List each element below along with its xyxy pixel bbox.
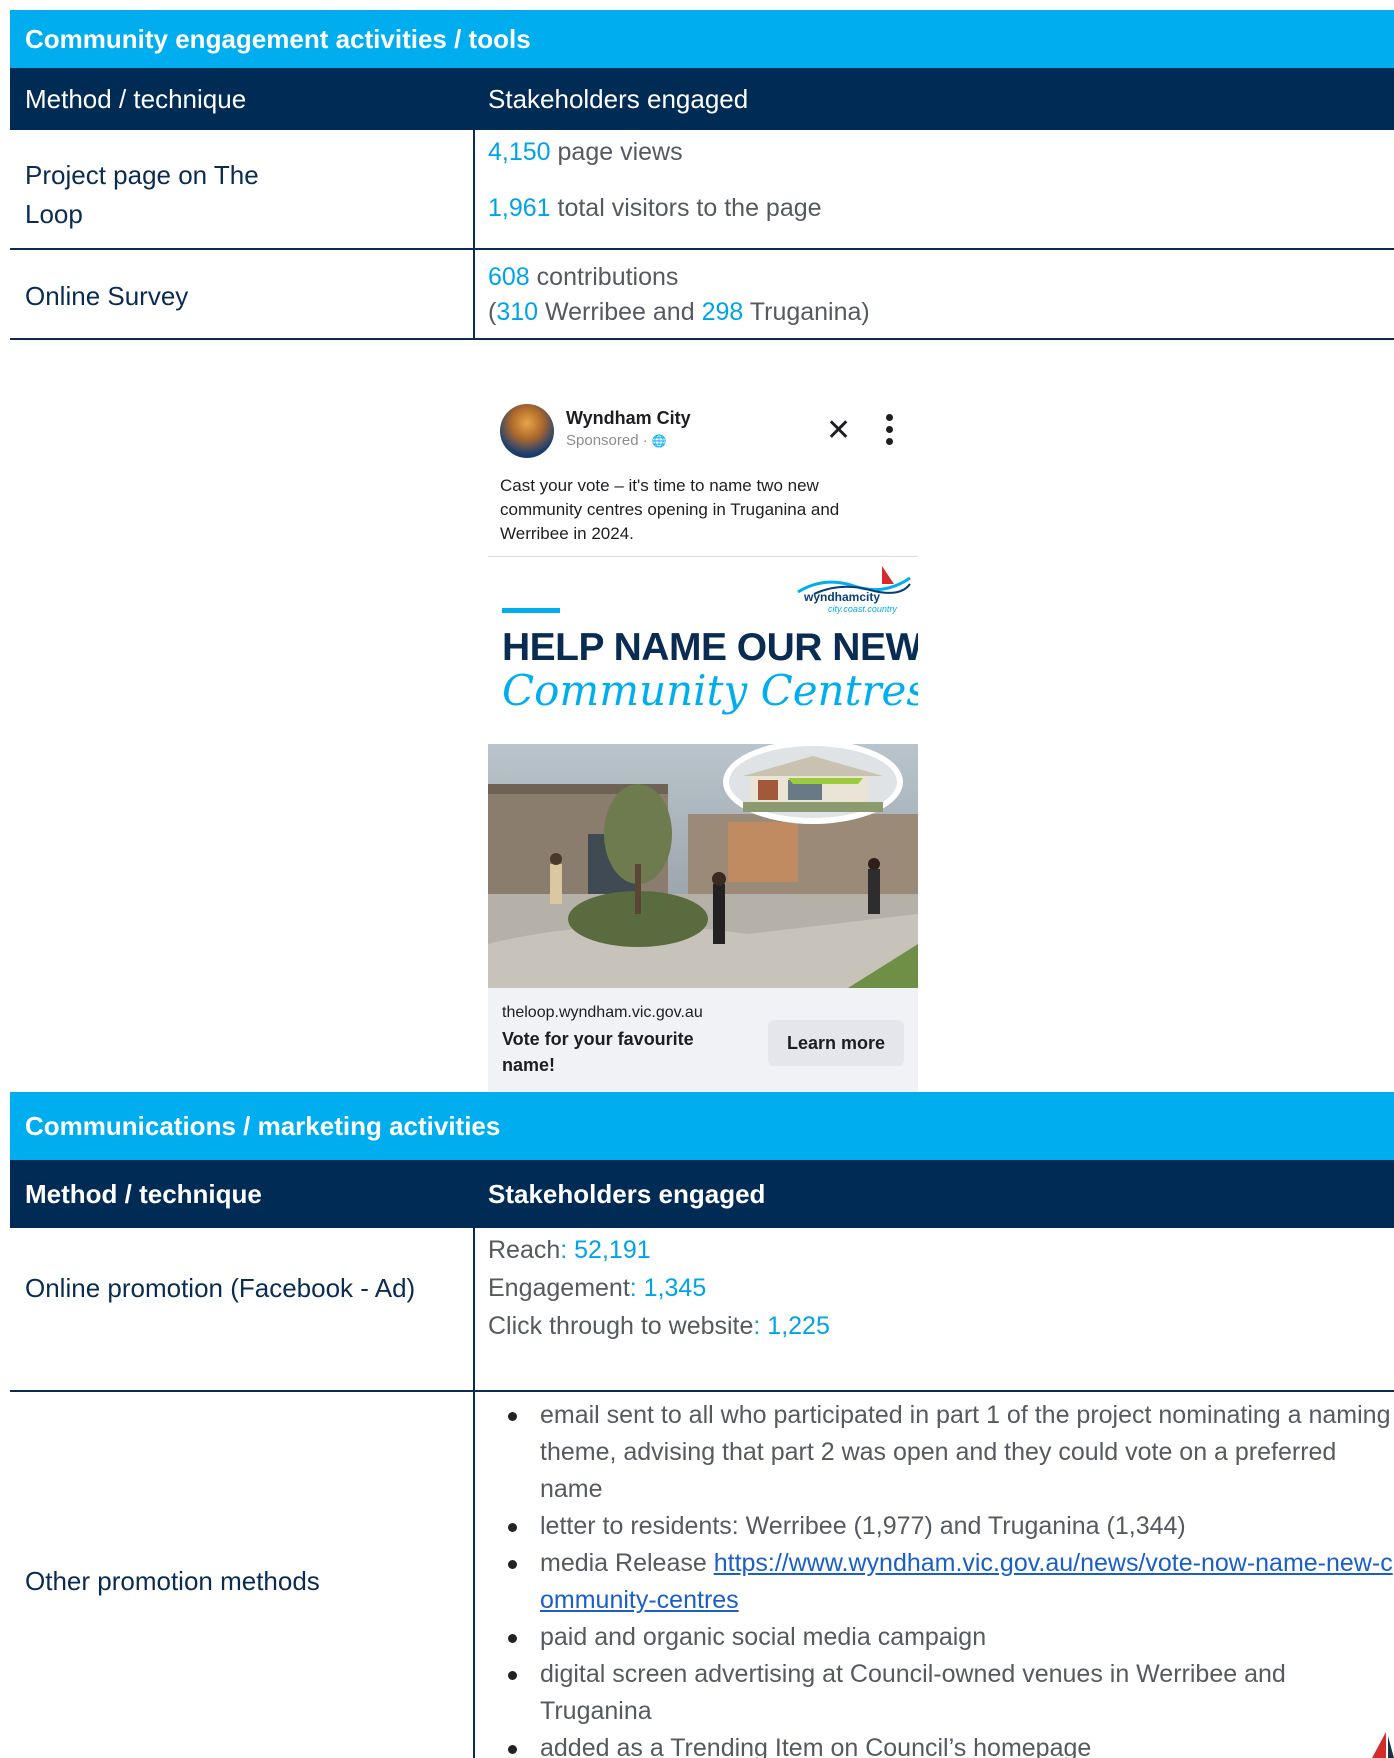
- globe-icon: 🌐: [651, 434, 667, 448]
- header-stakeholders: Stakeholders engaged: [488, 83, 749, 114]
- engagement-section-title-text: Community engagement activities / tools: [25, 23, 531, 54]
- sponsored-text: Sponsored ·: [566, 432, 652, 449]
- poster-accent-bar: [502, 608, 560, 613]
- method-line-1: Project page on The: [25, 160, 259, 190]
- media-release-label: media Release: [540, 1549, 714, 1577]
- werribee-number: 310: [496, 298, 539, 326]
- contributions-stat: 608 contributions: [488, 258, 678, 297]
- ad-sponsored-label: Sponsored · 🌐: [566, 432, 667, 449]
- page-avatar: [500, 404, 554, 458]
- facebook-ad-preview: Wyndham City Sponsored · 🌐 ✕ Cast your v…: [488, 386, 918, 1092]
- contributions-number: 608: [488, 263, 530, 291]
- poster-headline: HELP NAME OUR NEW: [502, 626, 918, 669]
- community-centre-render-image: [488, 744, 918, 988]
- more-options-icon[interactable]: [886, 414, 894, 448]
- method-cell: Other promotion methods: [25, 1566, 320, 1596]
- method-cell: Online promotion (Facebook - Ad): [25, 1273, 416, 1303]
- clicks-stat: Click through to website: 1,225: [488, 1307, 830, 1346]
- ad-footer[interactable]: theloop.wyndham.vic.gov.au Vote for your…: [488, 988, 918, 1092]
- visitors-number: 1,961: [488, 194, 551, 222]
- learn-more-button[interactable]: Learn more: [768, 1020, 904, 1066]
- communications-section-title-text: Communications / marketing activities: [25, 1110, 501, 1141]
- ad-page-name: Wyndham City: [566, 408, 691, 428]
- column-divider: [473, 1392, 475, 1758]
- column-divider: [473, 1228, 475, 1390]
- poster-script-headline: Community Centres: [502, 666, 918, 715]
- contributions-text: contributions: [529, 263, 679, 291]
- table-row-online-survey: Online Survey 608 contributions (310 Wer…: [10, 250, 1394, 340]
- list-item: added as a Trending Item on Council’s ho…: [500, 1730, 1394, 1758]
- reach-stat: Reach: 52,191: [488, 1231, 651, 1270]
- ad-divider: [488, 556, 918, 557]
- table-row-project-page: Project page on The Loop 4,150 page view…: [10, 130, 1394, 250]
- communications-section-title: Communications / marketing activities: [10, 1092, 1394, 1160]
- list-item: digital screen advertising at Council-ow…: [500, 1656, 1394, 1730]
- reach-label: Reach: [488, 1236, 561, 1264]
- logo-tagline: city.coast.country: [828, 604, 897, 614]
- page-views-stat: 4,150 page views: [488, 133, 683, 172]
- ad-cta-text: Vote for your favourite name!: [502, 1029, 694, 1075]
- visitors-text: total visitors to the page: [550, 194, 822, 222]
- table-row-facebook-ad: Online promotion (Facebook - Ad) Reach: …: [10, 1228, 1394, 1392]
- table-row-other-promotion: Other promotion methods email sent to al…: [10, 1392, 1394, 1758]
- list-item: media Release https://www.wyndham.vic.go…: [500, 1545, 1394, 1619]
- page-views-number: 4,150: [488, 138, 551, 166]
- column-divider: [473, 250, 475, 338]
- engagement-stat: Engagement: 1,345: [488, 1269, 706, 1308]
- list-item: letter to residents: Werribee (1,977) an…: [500, 1508, 1394, 1545]
- page-views-text: page views: [550, 138, 683, 166]
- location-breakdown: (310 Werribee and 298 Truganina): [488, 293, 870, 332]
- truganina-text: Truganina): [743, 298, 870, 326]
- engagement-label: Engagement: [488, 1274, 630, 1302]
- truganina-number: 298: [701, 298, 744, 326]
- header-method: Method / technique: [25, 83, 247, 114]
- method-cell: Project page on The Loop: [25, 156, 259, 234]
- ad-domain: theloop.wyndham.vic.gov.au: [502, 1004, 703, 1021]
- column-divider: [473, 130, 475, 248]
- werribee-text: Werribee and: [538, 298, 702, 326]
- close-icon[interactable]: ✕: [826, 416, 851, 446]
- engagement-value: : 1,345: [629, 1274, 707, 1302]
- visitors-stat: 1,961 total visitors to the page: [488, 189, 822, 228]
- header-stakeholders: Stakeholders engaged: [488, 1178, 766, 1209]
- list-item: paid and organic social media campaign: [500, 1619, 1394, 1656]
- logo-wordmark: wyndhamcity: [804, 590, 881, 604]
- engagement-section-title: Community engagement activities / tools: [10, 10, 1394, 68]
- communications-table-header: Method / technique Stakeholders engaged: [10, 1160, 1394, 1228]
- clicks-label: Click through to website: [488, 1312, 754, 1340]
- promotion-methods-list: email sent to all who participated in pa…: [500, 1397, 1394, 1758]
- reach-value: : 52,191: [560, 1236, 651, 1264]
- engagement-table-header: Method / technique Stakeholders engaged: [10, 68, 1394, 130]
- sail-logo-icon: [1372, 1732, 1394, 1758]
- list-item: email sent to all who participated in pa…: [500, 1397, 1394, 1508]
- header-method: Method / technique: [25, 1178, 262, 1209]
- method-cell: Online Survey: [25, 281, 189, 311]
- clicks-value: : 1,225: [753, 1312, 830, 1340]
- method-line-2: Loop: [25, 199, 83, 229]
- ad-caption: Cast your vote – it's time to name two n…: [500, 476, 840, 543]
